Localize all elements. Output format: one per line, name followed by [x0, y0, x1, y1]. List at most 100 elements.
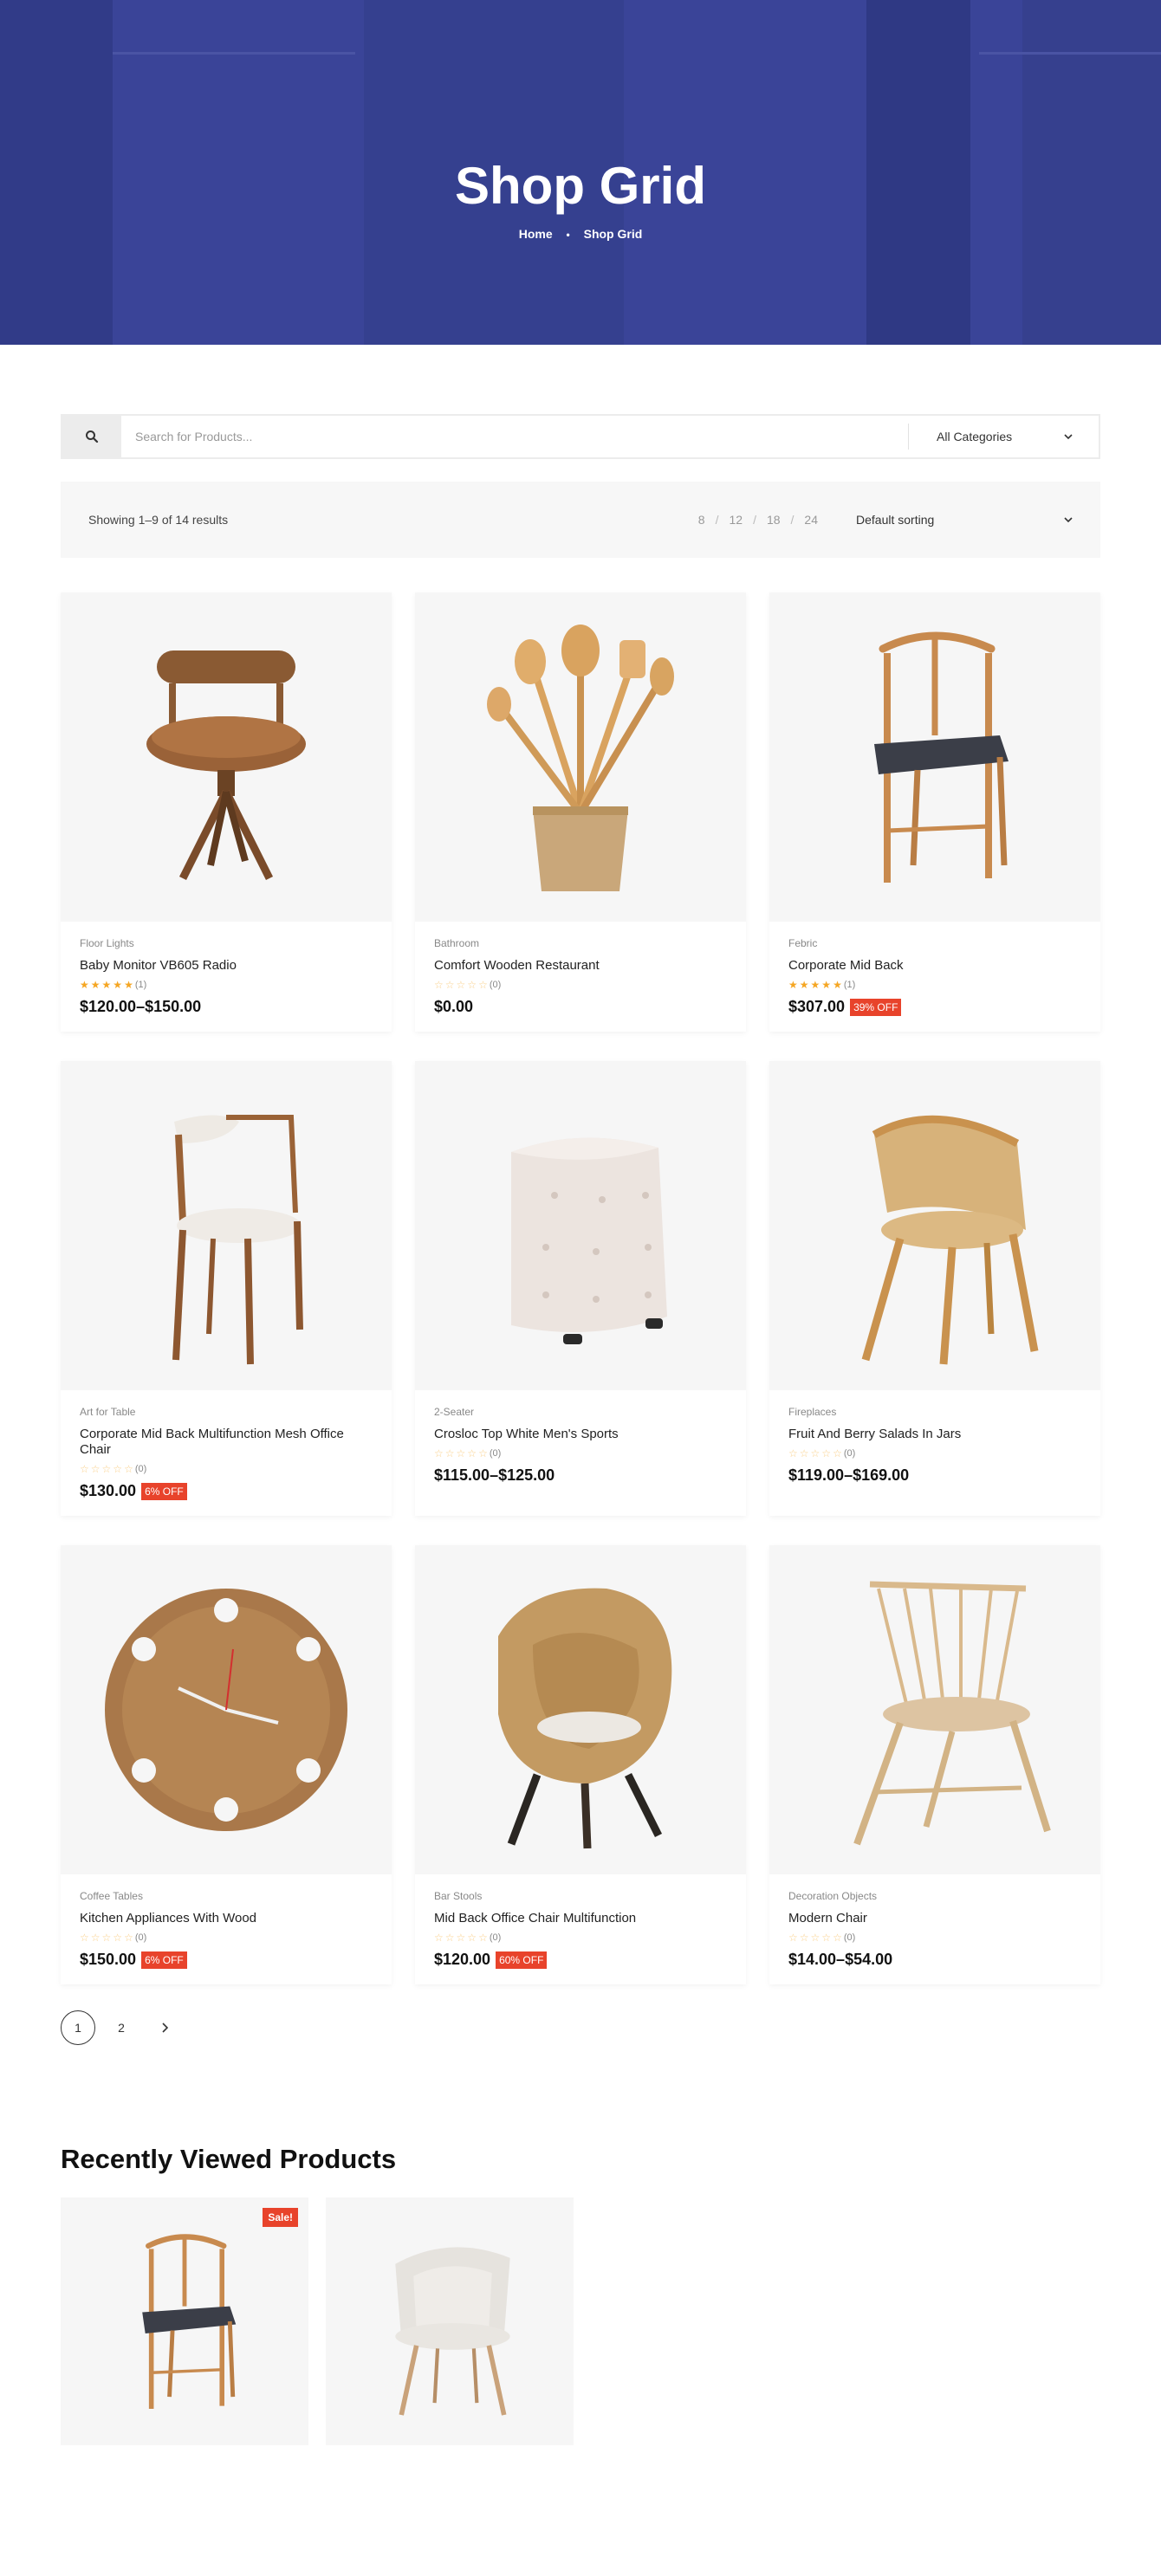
product-image[interactable]: [61, 1061, 392, 1390]
star-filled-icon: ★: [788, 979, 798, 991]
product-info: Floor Lights Baby Monitor VB605 Radio ★ ★…: [61, 922, 392, 1032]
product-card[interactable]: Coffee Tables Kitchen Appliances With Wo…: [61, 1545, 392, 1984]
product-name[interactable]: Crosloc Top White Men's Sports: [434, 1427, 727, 1442]
product-image[interactable]: [769, 1061, 1100, 1390]
product-grid: Floor Lights Baby Monitor VB605 Radio ★ ★…: [61, 592, 1100, 1984]
product-price: $14.00–$54.00: [788, 1951, 893, 1968]
per-page-option[interactable]: 12: [729, 513, 743, 527]
product-category[interactable]: Febric: [788, 937, 1081, 949]
breadcrumb-home-link[interactable]: Home: [519, 227, 553, 241]
star-empty-icon: ☆: [124, 1463, 133, 1475]
product-price-row: $130.00 6% OFF: [80, 1482, 373, 1500]
product-name[interactable]: Corporate Mid Back Multifunction Mesh Of…: [80, 1427, 373, 1458]
star-filled-icon: ★: [833, 979, 842, 991]
per-page-option[interactable]: 8: [698, 513, 705, 527]
per-page-selector: 8 / 12 / 18 / 24: [698, 513, 818, 527]
product-category[interactable]: Bathroom: [434, 937, 727, 949]
sorting-select-value: Default sorting: [856, 513, 935, 527]
star-filled-icon: ★: [101, 979, 112, 991]
product-name[interactable]: Corporate Mid Back: [788, 958, 1081, 974]
product-name[interactable]: Baby Monitor VB605 Radio: [80, 958, 373, 974]
product-card[interactable]: Febric Corporate Mid Back ★ ★ ★ ★ ★ (1) $307…: [769, 592, 1100, 1032]
breadcrumb-current: Shop Grid: [583, 227, 643, 241]
star-empty-icon: ☆: [478, 979, 488, 991]
search-button[interactable]: [62, 416, 121, 457]
product-price: $0.00: [434, 998, 474, 1015]
star-empty-icon: ☆: [467, 979, 477, 991]
wooden-utensils-image: [487, 625, 674, 891]
star-empty-icon: ☆: [434, 979, 444, 991]
product-info: Fireplaces Fruit And Berry Salads In Jar…: [769, 1390, 1100, 1500]
product-image[interactable]: [769, 592, 1100, 922]
next-page-button[interactable]: [147, 2010, 182, 2045]
star-empty-icon: ☆: [80, 1932, 89, 1944]
per-page-option[interactable]: 18: [767, 513, 781, 527]
product-card[interactable]: Art for Table Corporate Mid Back Multifu…: [61, 1061, 392, 1516]
pagination: 1 2: [61, 2010, 1100, 2045]
product-image[interactable]: [61, 1545, 392, 1874]
product-info: Bar Stools Mid Back Office Chair Multifu…: [415, 1874, 746, 1984]
product-image[interactable]: [415, 1545, 746, 1874]
star-empty-icon: ☆: [478, 1932, 488, 1944]
product-info: 2-Seater Crosloc Top White Men's Sports …: [415, 1390, 746, 1500]
page-1-button[interactable]: 1: [61, 2010, 95, 2045]
product-image[interactable]: [415, 1061, 746, 1390]
product-price-row: $150.00 6% OFF: [80, 1951, 373, 1969]
recent-product-card[interactable]: [326, 2197, 574, 2445]
product-category[interactable]: Fireplaces: [788, 1406, 1081, 1418]
product-card[interactable]: Decoration Objects Modern Chair ☆ ☆ ☆ ☆ ☆ (0…: [769, 1545, 1100, 1984]
upholstered-chair-image: [395, 2247, 510, 2416]
chevron-down-icon: [1064, 517, 1073, 523]
page-hero: Shop Grid Home • Shop Grid: [0, 0, 1161, 345]
product-price-row: $14.00–$54.00: [788, 1951, 1081, 1969]
product-price: $150.00: [80, 1951, 137, 1968]
star-empty-icon: ☆: [444, 979, 455, 991]
sale-badge: Sale!: [263, 2208, 298, 2227]
sorting-select[interactable]: Default sorting: [856, 513, 1073, 527]
product-category[interactable]: Art for Table: [80, 1406, 373, 1418]
product-name[interactable]: Mid Back Office Chair Multifunction: [434, 1911, 727, 1926]
page-2-button[interactable]: 2: [104, 2010, 139, 2045]
product-rating: ☆ ☆ ☆ ☆ ☆ (0): [788, 1932, 1081, 1944]
product-rating: ★ ★ ★ ★ ★ (1): [788, 979, 1081, 991]
product-image[interactable]: [769, 1545, 1100, 1874]
product-card[interactable]: 2-Seater Crosloc Top White Men's Sports …: [415, 1061, 746, 1516]
star-empty-icon: ☆: [113, 1932, 123, 1944]
product-category[interactable]: 2-Seater: [434, 1406, 727, 1418]
product-category[interactable]: Bar Stools: [434, 1890, 727, 1902]
product-name[interactable]: Modern Chair: [788, 1911, 1081, 1926]
product-category[interactable]: Coffee Tables: [80, 1890, 373, 1902]
review-count: (0): [489, 980, 502, 990]
review-count: (0): [489, 1448, 502, 1459]
product-card[interactable]: Bathroom Comfort Wooden Restaurant ☆ ☆ ☆ ☆ ☆…: [415, 592, 746, 1032]
product-card[interactable]: Floor Lights Baby Monitor VB605 Radio ★ ★…: [61, 592, 392, 1032]
star-empty-icon: ☆: [821, 1447, 832, 1460]
page-title: Shop Grid: [455, 157, 706, 215]
star-empty-icon: ☆: [434, 1932, 444, 1944]
product-info: Coffee Tables Kitchen Appliances With Wo…: [61, 1874, 392, 1984]
discount-badge: 6% OFF: [141, 1482, 187, 1500]
product-name[interactable]: Fruit And Berry Salads In Jars: [788, 1427, 1081, 1442]
category-select[interactable]: All Categories: [908, 424, 1099, 450]
product-name[interactable]: Kitchen Appliances With Wood: [80, 1911, 373, 1926]
star-empty-icon: ☆: [810, 1447, 820, 1460]
product-image[interactable]: [61, 592, 392, 922]
product-price: $115.00–$125.00: [434, 1466, 555, 1484]
star-empty-icon: ☆: [467, 1447, 477, 1460]
product-card[interactable]: Fireplaces Fruit And Berry Salads In Jar…: [769, 1061, 1100, 1516]
product-rating: ☆ ☆ ☆ ☆ ☆ (0): [788, 1447, 1081, 1460]
recent-product-card[interactable]: Sale!: [61, 2197, 308, 2445]
per-page-option[interactable]: 24: [804, 513, 818, 527]
product-category[interactable]: Decoration Objects: [788, 1890, 1081, 1902]
product-rating: ☆ ☆ ☆ ☆ ☆ (0): [434, 1447, 727, 1460]
search-input[interactable]: [121, 416, 908, 457]
product-price-row: $120.00 60% OFF: [434, 1951, 727, 1969]
product-image[interactable]: [415, 592, 746, 922]
product-name[interactable]: Comfort Wooden Restaurant: [434, 958, 727, 974]
product-card[interactable]: Bar Stools Mid Back Office Chair Multifu…: [415, 1545, 746, 1984]
breadcrumb: Home • Shop Grid: [0, 227, 1161, 241]
product-category[interactable]: Floor Lights: [80, 937, 373, 949]
chevron-right-icon: [162, 2023, 168, 2033]
star-filled-icon: ★: [90, 979, 101, 991]
review-count: (0): [843, 1448, 856, 1459]
